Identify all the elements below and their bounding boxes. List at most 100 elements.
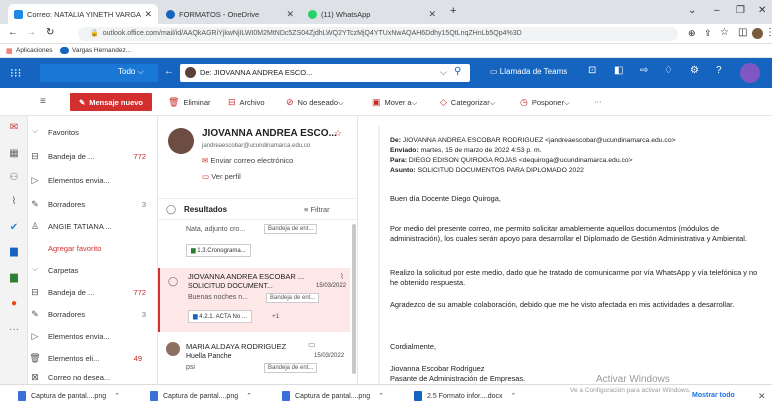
add-favorite-link[interactable]: Agregar favorito — [28, 238, 158, 258]
tasks-icon[interactable]: ◧ — [614, 65, 623, 76]
folder-junk[interactable]: ⊠ Correo no desea... — [28, 370, 158, 384]
folder-drafts[interactable]: ✎ Borradores 3 — [28, 304, 158, 324]
download-item[interactable]: 2.5 Formato infor....docx ⌃ — [414, 391, 516, 401]
excel-icon[interactable]: ▆ — [8, 272, 20, 284]
fav-drafts[interactable]: ✎ Borradores 3 — [28, 194, 158, 214]
item-checkbox[interactable]: ◯ — [168, 276, 178, 287]
word-icon[interactable]: ▆ — [8, 246, 20, 258]
inbox-icon: ⊟ — [31, 286, 39, 297]
filter-icon: ≡ — [304, 205, 309, 214]
fav-person[interactable]: ♙ ANGIE TATIANA ... — [28, 216, 158, 236]
close-icon[interactable]: ✕ — [144, 9, 152, 20]
folder-deleted[interactable]: 🗑 Elementos eli... 49 — [28, 348, 158, 368]
close-icon[interactable]: ✕ — [758, 391, 766, 402]
folder-inbox[interactable]: ⊟ Bandeja de ... 772 — [28, 282, 158, 302]
teams-call-button[interactable]: ▭ Llamada de Teams — [490, 67, 567, 76]
powerpoint-icon[interactable]: ● — [8, 298, 20, 310]
bookmark-vargas[interactable]: Vargas Hernandez... — [72, 47, 131, 54]
bookmark-apps[interactable]: Aplicaciones — [16, 47, 53, 54]
download-item[interactable]: Captura de pantal....png ⌃ — [18, 391, 120, 401]
filter-button[interactable]: ≡ Filtrar — [304, 205, 330, 214]
browser-tab-outlook[interactable]: Correo: NATALIA YINETH VARGA ✕ — [8, 4, 158, 24]
download-item[interactable]: Captura de pantal....png ⌃ — [282, 391, 384, 401]
browser-tab-onedrive[interactable]: FORMATOS - OneDrive ✕ — [160, 4, 300, 24]
move-to-button[interactable]: ▣ Mover a ⌵ — [372, 97, 417, 108]
search-scope-dropdown[interactable]: Todo ⌵ — [118, 67, 144, 77]
send-email-link[interactable]: ✉ Enviar correo electrónico — [202, 156, 293, 165]
url-field[interactable]: 🔒 outlook.office.com/mail/id/AAQkAGRiYjkw… — [78, 27, 678, 41]
search-input[interactable]: De: JIOVANNA ANDREA ESCO... ⌵ ⚲ — [180, 64, 470, 82]
close-icon[interactable]: ✕ — [286, 9, 294, 20]
archive-button[interactable]: ⊟ Archivo — [228, 97, 265, 108]
list-item[interactable]: MARIA ALDAYA RODRIGUEZ ▭ Huella Panche 1… — [158, 338, 350, 384]
app-launcher-icon[interactable]: ⁝⁝⁝ — [10, 66, 21, 80]
tab-search-icon[interactable]: ⌄ — [688, 5, 696, 16]
gear-icon[interactable]: ⚙ — [690, 65, 699, 76]
list-item[interactable]: Nata, adjunto cro... Bandeja de ent... ▆… — [158, 222, 350, 266]
search-dropdown-icon[interactable]: ⌵ — [440, 67, 447, 78]
more-apps-icon[interactable]: ··· — [8, 324, 20, 336]
install-app-icon[interactable]: ⊕ — [688, 28, 696, 39]
reading-list-icon[interactable]: ◫ — [738, 27, 747, 38]
view-profile-link[interactable]: ▭ Ver perfil — [202, 172, 241, 181]
lock-icon: 🔒 — [90, 30, 99, 37]
bell-icon[interactable]: ♢ — [664, 65, 673, 76]
show-all-downloads[interactable]: Mostrar todo — [692, 392, 735, 399]
more-actions-button[interactable]: ··· — [594, 97, 602, 106]
sender: MARIA ALDAYA RODRIGUEZ — [186, 342, 287, 351]
back-arrow-icon[interactable]: ← — [8, 27, 18, 38]
folders-header[interactable]: ⌵ Carpetas — [28, 260, 158, 280]
folder-sent[interactable]: ▷ Elementos envia... — [28, 326, 158, 346]
forward-arrow-icon[interactable]: → — [26, 27, 36, 38]
search-token: De: JIOVANNA ANDREA ESCO... — [200, 68, 313, 77]
feedback-icon[interactable]: ⇨ — [640, 65, 648, 76]
user-avatar[interactable] — [740, 63, 760, 83]
mail-icon[interactable]: ✉ — [8, 122, 20, 134]
attach-icon[interactable]: ⌇ — [8, 196, 20, 208]
share-icon[interactable]: ⇪ — [704, 28, 712, 39]
whatsapp-icon — [308, 9, 317, 19]
help-icon[interactable]: ? — [716, 65, 722, 76]
new-tab-button[interactable]: + — [450, 5, 456, 17]
browser-tab-whatsapp[interactable]: (11) WhatsApp ✕ — [302, 4, 442, 24]
search-icon[interactable]: ⚲ — [454, 66, 461, 77]
bookmark-star-icon[interactable]: ☆ — [720, 27, 729, 38]
new-mail-button[interactable]: ✎ Mensaje nuevo — [70, 93, 152, 111]
url-text: outlook.office.com/mail/id/AAQkAGRiYjkwN… — [102, 30, 522, 37]
attachment-chip[interactable]: ▆ 1.3.Cronograma... — [186, 244, 251, 257]
junk-button[interactable]: ⊘ No deseado ⌵ — [286, 97, 344, 108]
select-all-checkbox[interactable]: ◯ — [166, 204, 176, 215]
trash-icon: 🗑 — [29, 352, 41, 363]
profile-card-icon: ▭ — [202, 172, 210, 181]
avatar — [166, 342, 180, 356]
maximize-icon[interactable]: ❐ — [736, 5, 745, 16]
favorites-header[interactable]: ⌵ Favoritos — [28, 122, 158, 142]
search-back-icon[interactable]: ← — [164, 66, 174, 77]
skype-icon[interactable]: ⊡ — [588, 65, 596, 76]
downloads-bar: Captura de pantal....png ⌃ Captura de pan… — [0, 384, 772, 408]
scrollbar-thumb[interactable] — [352, 224, 356, 374]
close-icon[interactable]: ✕ — [428, 9, 436, 20]
attachment-chip[interactable]: ▆ 4.2.1. ACTA No ... — [188, 310, 252, 323]
snooze-button[interactable]: ◷ Posponer ⌵ — [520, 97, 570, 108]
person-icon: ♙ — [30, 220, 40, 231]
trash-icon: 🗑 — [168, 97, 180, 107]
calendar-icon[interactable]: ▦ — [8, 148, 20, 160]
minimize-icon[interactable]: – — [714, 5, 720, 16]
categorize-button[interactable]: ◇ Categorizar ⌵ — [440, 97, 495, 108]
todo-icon[interactable]: ✔ — [8, 222, 20, 234]
list-item-selected[interactable]: ◯ JIOVANNA ANDREA ESCOBAR ... ⌇ SOLICITU… — [158, 268, 350, 332]
reload-icon[interactable]: ↻ — [46, 27, 54, 38]
download-item[interactable]: Captura de pantal....png ⌃ — [150, 391, 252, 401]
delete-button[interactable]: 🗑 Eliminar — [168, 97, 211, 108]
window-close-icon[interactable]: ✕ — [758, 5, 766, 16]
preview: psi — [186, 364, 195, 371]
profile-avatar[interactable] — [752, 28, 763, 39]
favorite-star-icon[interactable]: ☆ — [334, 128, 342, 139]
fav-sent[interactable]: ▷ Elementos envia... — [28, 170, 158, 190]
menu-kebab-icon[interactable]: ⋮ — [765, 27, 772, 38]
hamburger-icon[interactable]: ≡ — [40, 96, 46, 107]
more-attachments[interactable]: +1 — [272, 313, 279, 320]
fav-inbox[interactable]: ⊟ Bandeja de ... 772 — [28, 146, 158, 166]
people-icon[interactable]: ⚇ — [8, 172, 20, 184]
